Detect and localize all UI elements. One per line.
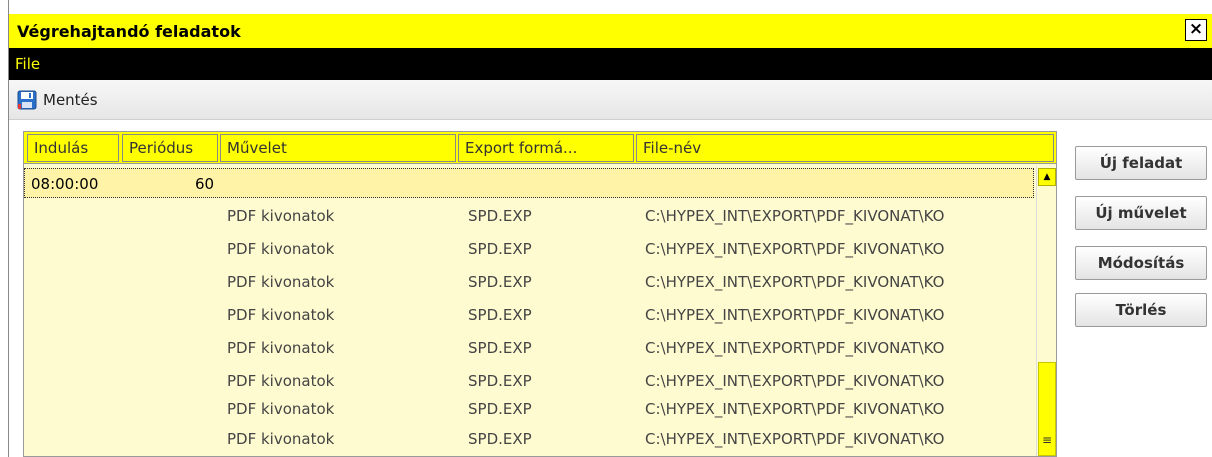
group-start-time: 08:00:00 (31, 175, 99, 193)
save-label: Mentés (43, 91, 98, 109)
row-operation: PDF kivonatok (227, 273, 335, 291)
close-button[interactable]: × (1185, 19, 1207, 41)
row-export-format: SPD.EXP (468, 273, 532, 291)
floppy-disk-icon (17, 90, 37, 110)
row-filename: C:\HYPEX_INT\EXPORT\PDF_KIVONAT\KO (645, 339, 945, 357)
row-operation: PDF kivonatok (227, 430, 335, 448)
row-filename: C:\HYPEX_INT\EXPORT\PDF_KIVONAT\KO (645, 430, 945, 448)
delete-button[interactable]: Törlés (1075, 293, 1207, 327)
column-header-start[interactable]: Indulás (27, 134, 119, 162)
table-row[interactable]: PDF kivonatok SPD.EXP C:\HYPEX_INT\EXPOR… (24, 267, 1034, 297)
vertical-scrollbar[interactable]: ▲ ≡ (1036, 166, 1056, 456)
row-operation: PDF kivonatok (227, 207, 335, 225)
new-task-button[interactable]: Új feladat (1075, 146, 1207, 180)
row-export-format: SPD.EXP (468, 306, 532, 324)
table-row[interactable]: PDF kivonatok SPD.EXP C:\HYPEX_INT\EXPOR… (24, 234, 1034, 264)
row-filename: C:\HYPEX_INT\EXPORT\PDF_KIVONAT\KO (645, 273, 945, 291)
table-row[interactable]: PDF kivonatok SPD.EXP C:\HYPEX_INT\EXPOR… (24, 333, 1034, 363)
scroll-up-arrow-icon[interactable]: ▲ (1038, 168, 1056, 186)
row-operation: PDF kivonatok (227, 240, 335, 258)
group-period: 60 (195, 175, 215, 193)
table-header: Indulás Periódus Művelet Export formá...… (24, 132, 1056, 164)
row-export-format: SPD.EXP (468, 430, 532, 448)
row-operation: PDF kivonatok (227, 372, 335, 390)
modify-button[interactable]: Módosítás (1075, 246, 1207, 280)
row-filename: C:\HYPEX_INT\EXPORT\PDF_KIVONAT\KO (645, 372, 945, 390)
menu-item-file[interactable]: File (15, 55, 40, 73)
row-export-format: SPD.EXP (468, 339, 532, 357)
column-header-export-format[interactable]: Export formá... (458, 134, 634, 162)
grip-icon: ≡ (1042, 433, 1053, 447)
column-header-operation[interactable]: Művelet (220, 134, 456, 162)
table-row[interactable]: PDF kivonatok SPD.EXP C:\HYPEX_INT\EXPOR… (24, 394, 1034, 424)
row-filename: C:\HYPEX_INT\EXPORT\PDF_KIVONAT\KO (645, 400, 945, 418)
row-operation: PDF kivonatok (227, 400, 335, 418)
row-export-format: SPD.EXP (468, 207, 532, 225)
row-export-format: SPD.EXP (468, 400, 532, 418)
window-title: Végrehajtandó feladatok (17, 22, 241, 41)
row-filename: C:\HYPEX_INT\EXPORT\PDF_KIVONAT\KO (645, 207, 945, 225)
table-row[interactable]: PDF kivonatok SPD.EXP C:\HYPEX_INT\EXPOR… (24, 424, 1034, 454)
new-operation-button[interactable]: Új művelet (1075, 196, 1207, 230)
row-operation: PDF kivonatok (227, 306, 335, 324)
table-row[interactable]: PDF kivonatok SPD.EXP C:\HYPEX_INT\EXPOR… (24, 366, 1034, 396)
toolbar: Mentés (9, 80, 1212, 120)
row-operation: PDF kivonatok (227, 339, 335, 357)
title-bar: Végrehajtandó feladatok × (9, 14, 1212, 48)
menu-bar: File (9, 48, 1212, 80)
row-export-format: SPD.EXP (468, 240, 532, 258)
row-filename: C:\HYPEX_INT\EXPORT\PDF_KIVONAT\KO (645, 240, 945, 258)
table-row[interactable]: PDF kivonatok SPD.EXP C:\HYPEX_INT\EXPOR… (24, 201, 1034, 231)
table-row[interactable]: PDF kivonatok SPD.EXP C:\HYPEX_INT\EXPOR… (24, 300, 1034, 330)
column-header-filename[interactable]: File-név (636, 134, 1054, 162)
column-header-period[interactable]: Periódus (122, 134, 218, 162)
task-table: Indulás Periódus Művelet Export formá...… (23, 131, 1057, 457)
group-row[interactable]: 08:00:00 60 (24, 168, 1034, 198)
row-filename: C:\HYPEX_INT\EXPORT\PDF_KIVONAT\KO (645, 306, 945, 324)
save-button[interactable]: Mentés (17, 88, 98, 112)
scrollbar-thumb[interactable]: ≡ (1038, 362, 1056, 456)
row-export-format: SPD.EXP (468, 372, 532, 390)
dialog-window: Végrehajtandó feladatok × File Mentés In… (8, 0, 1212, 457)
